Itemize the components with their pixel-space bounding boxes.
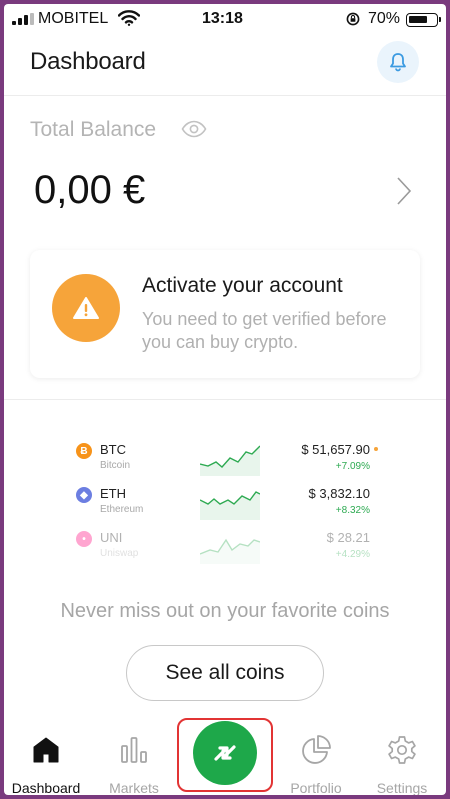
eye-icon[interactable] — [181, 120, 207, 138]
notifications-button[interactable] — [377, 41, 419, 83]
nav-label: Markets — [109, 780, 159, 795]
rotation-lock-icon — [346, 12, 360, 26]
card-subtitle: You need to get verified before you can … — [142, 309, 387, 352]
ethereum-icon: ◆ — [76, 487, 92, 503]
tagline: Never miss out on your favorite coins — [60, 600, 390, 622]
coin-price: $ 51,657.90 — [301, 442, 370, 457]
battery-icon — [406, 13, 441, 27]
nav-item-dashboard[interactable]: Dashboard — [4, 716, 88, 795]
battery-percent: 70% — [368, 10, 401, 27]
card-title: Activate your account — [142, 274, 343, 297]
coin-price: $ 28.21 — [326, 530, 370, 545]
nav-item-markets[interactable]: Markets — [92, 716, 176, 795]
nav-item-settings[interactable]: Settings — [360, 716, 444, 795]
sparkline-chart — [200, 538, 260, 564]
bitcoin-icon: Ƀ — [76, 443, 92, 459]
coin-change: +8.32% — [335, 505, 370, 516]
sparkline-chart — [200, 491, 260, 520]
coin-row-uni[interactable]: • UNI Uniswap $ 28.21 +4.29% — [4, 528, 446, 568]
coin-symbol: ETH — [100, 486, 126, 501]
carrier-name: MOBITEL — [38, 10, 109, 27]
header-divider — [4, 95, 446, 96]
chevron-right-icon[interactable] — [396, 176, 412, 206]
bar-chart-icon — [121, 737, 147, 763]
trade-arrows-icon — [214, 745, 236, 761]
warning-icon — [52, 274, 120, 342]
battery-level — [409, 16, 427, 23]
coin-change: +7.09% — [335, 461, 370, 472]
status-dot — [374, 447, 378, 451]
page-title: Dashboard — [30, 48, 146, 75]
app-screen: MOBITEL 13:18 70% Dashboard Total Balanc… — [4, 4, 446, 795]
coin-change: +4.29% — [335, 549, 370, 560]
see-all-coins-button[interactable]: See all coins — [126, 645, 324, 701]
bell-icon — [390, 53, 406, 72]
coin-price: $ 3,832.10 — [308, 486, 370, 501]
pie-chart-icon — [302, 735, 331, 764]
home-icon — [33, 737, 59, 763]
balance-value: 0,00 € — [34, 168, 146, 212]
wifi-icon — [118, 10, 140, 26]
coin-symbol: UNI — [100, 530, 123, 545]
coin-symbol: BTC — [100, 442, 126, 457]
coin-name: Uniswap — [100, 548, 139, 559]
coin-row-btc[interactable]: Ƀ BTC Bitcoin $ 51,657.90 +7.09% — [4, 440, 446, 480]
nav-item-portfolio[interactable]: Portfolio — [274, 716, 358, 795]
nav-label: Portfolio — [290, 780, 342, 795]
sparkline-chart — [200, 445, 260, 476]
coin-row-eth[interactable]: ◆ ETH Ethereum $ 3,832.10 +8.32% — [4, 484, 446, 524]
uniswap-icon: • — [76, 531, 92, 547]
signal-icon — [12, 13, 34, 25]
status-bar: MOBITEL 13:18 70% — [4, 4, 446, 32]
gear-icon — [388, 736, 416, 764]
nav-label: Dashboard — [11, 780, 81, 795]
section-divider — [4, 399, 446, 400]
balance-label: Total Balance — [30, 118, 157, 141]
trade-button[interactable] — [193, 721, 257, 785]
coin-name: Ethereum — [100, 504, 144, 515]
nav-label: Settings — [376, 780, 428, 795]
clock: 13:18 — [202, 10, 243, 27]
activate-account-card[interactable]: Activate your account You need to get ve… — [30, 250, 420, 378]
coin-name: Bitcoin — [100, 460, 131, 471]
